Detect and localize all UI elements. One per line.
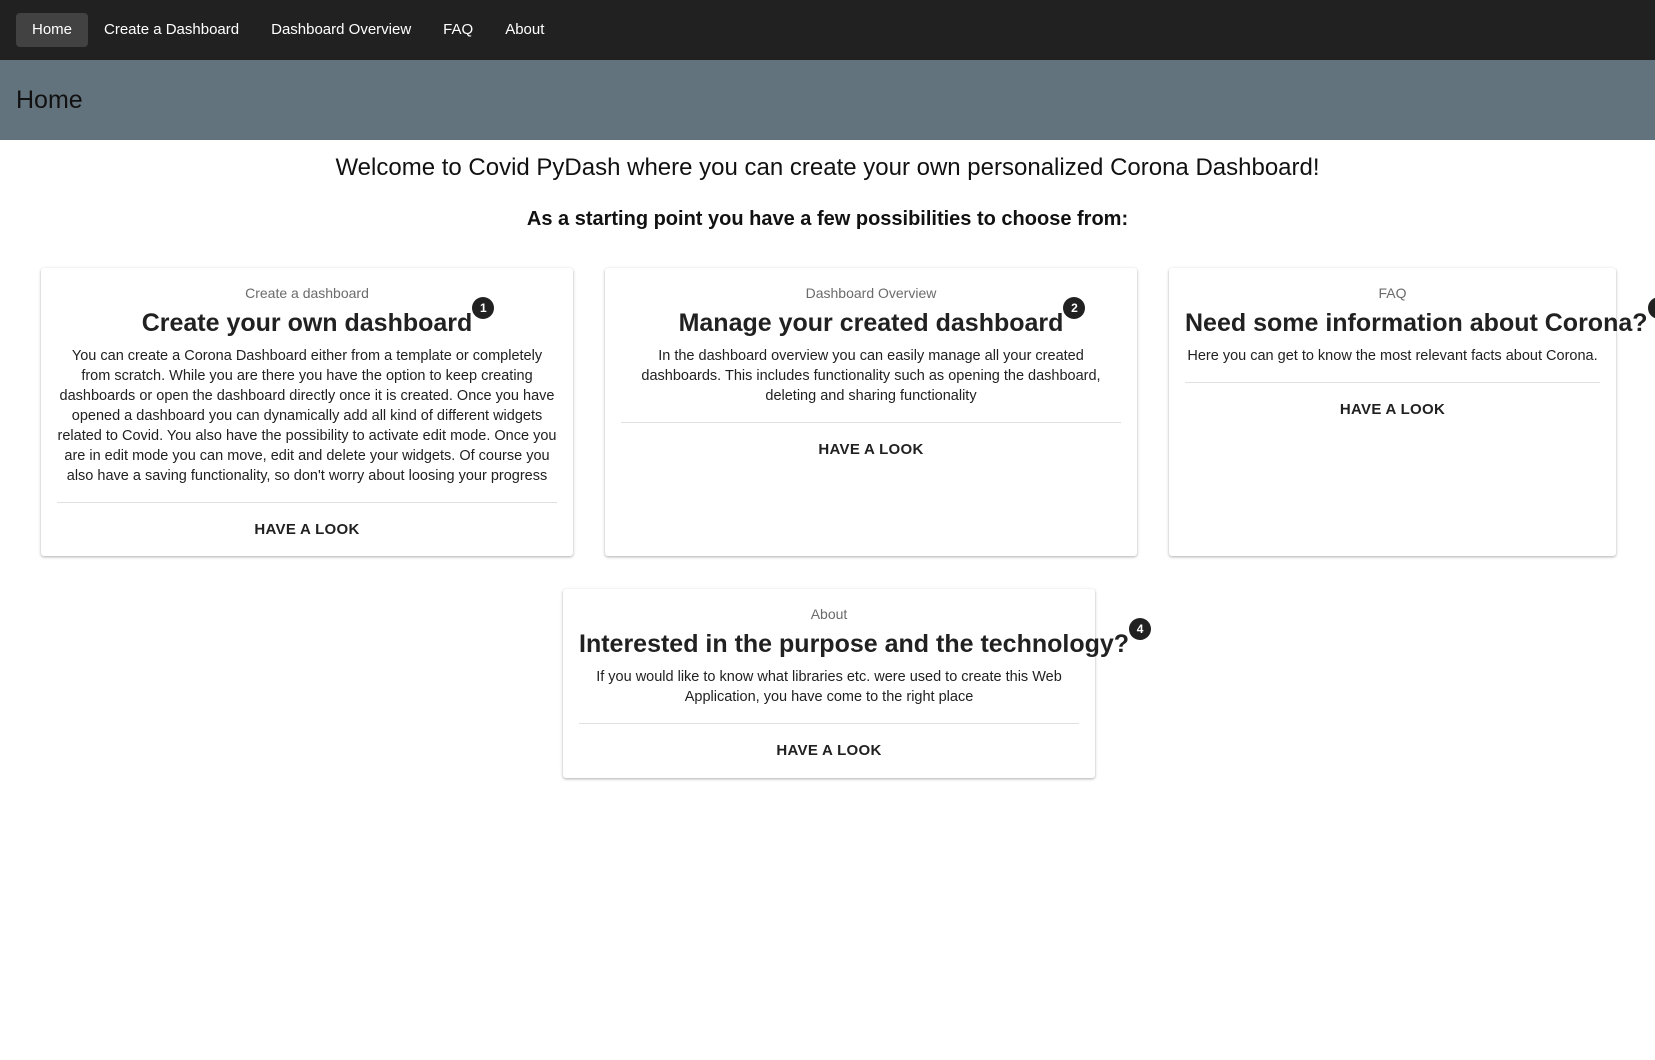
welcome-heading: Welcome to Covid PyDash where you can cr… — [335, 154, 1320, 181]
nav-dashboard-overview[interactable]: Dashboard Overview — [255, 13, 427, 47]
page-title: Home — [16, 85, 83, 114]
card-title-wrap: Create your own dashboard 1 — [141, 297, 495, 338]
step-badge: 4 — [1129, 618, 1152, 640]
nav-about[interactable]: About — [489, 13, 560, 47]
card-title-wrap: Manage your created dashboard 2 — [678, 297, 1086, 338]
card-about: About Interested in the purpose and the … — [563, 589, 1152, 778]
step-badge: 1 — [472, 297, 495, 319]
have-a-look-button[interactable]: HAVE A LOOK — [806, 435, 935, 464]
step-badge: 3 — [1647, 297, 1655, 319]
page-banner: Home — [0, 60, 1655, 140]
card-title: Create your own dashboard — [141, 309, 473, 337]
nav-home[interactable]: Home — [16, 13, 89, 47]
card-title-wrap: Need some information about Corona? 3 — [1185, 297, 1655, 338]
card-title: Interested in the purpose and the techno… — [579, 630, 1130, 658]
card-description: Here you can get to know the most releva… — [1187, 348, 1598, 364]
card-description: If you would like to know what libraries… — [596, 669, 1062, 705]
card-title: Manage your created dashboard — [678, 309, 1064, 337]
nav-create-dashboard[interactable]: Create a Dashboard — [88, 13, 255, 47]
have-a-look-button[interactable]: HAVE A LOOK — [1328, 395, 1457, 424]
step-badge: 2 — [1063, 297, 1086, 319]
card-divider — [1185, 382, 1600, 383]
have-a-look-button[interactable]: HAVE A LOOK — [242, 515, 371, 544]
card-overline: Dashboard Overview — [805, 285, 937, 301]
card-description: In the dashboard overview you can easily… — [641, 348, 1101, 404]
card-faq: FAQ Need some information about Corona? … — [1169, 268, 1655, 556]
card-description: You can create a Corona Dashboard either… — [57, 348, 557, 484]
card-dashboard-overview: Dashboard Overview Manage your created d… — [605, 268, 1137, 556]
card-overline: About — [810, 606, 848, 622]
card-divider — [621, 422, 1121, 423]
card-divider — [57, 502, 557, 503]
card-divider — [579, 723, 1079, 724]
nav-faq[interactable]: FAQ — [427, 13, 489, 47]
card-title-wrap: Interested in the purpose and the techno… — [579, 618, 1152, 659]
card-overline: FAQ — [1378, 285, 1407, 301]
welcome-subheading: As a starting point you have a few possi… — [526, 208, 1129, 230]
top-navigation: Home Create a Dashboard Dashboard Overvi… — [0, 0, 1655, 60]
card-title: Need some information about Corona? — [1185, 309, 1648, 337]
card-create-dashboard: Create a dashboard Create your own dashb… — [41, 268, 573, 556]
have-a-look-button[interactable]: HAVE A LOOK — [764, 736, 893, 765]
